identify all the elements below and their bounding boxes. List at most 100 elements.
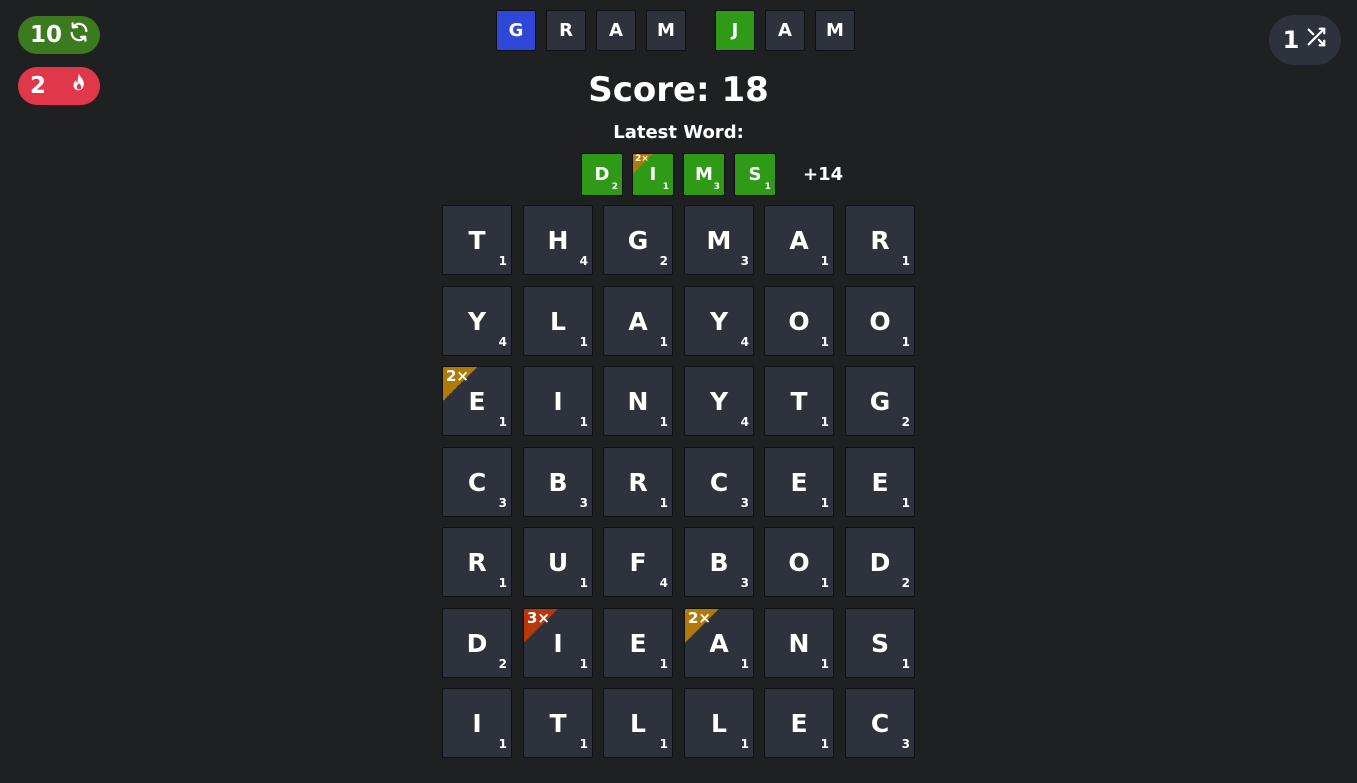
tile-value: 1 <box>820 657 829 671</box>
grid-tile[interactable]: B3 <box>684 527 754 597</box>
grid-tile[interactable]: Y4 <box>442 286 512 356</box>
title-tile: M <box>815 10 855 51</box>
tile-letter: D <box>466 628 488 658</box>
grid-tile[interactable]: U1 <box>523 527 593 597</box>
grid-tile[interactable]: E1 <box>603 608 673 678</box>
tile-value: 1 <box>820 737 829 751</box>
latest-word: D 2 2× I 1 M 3 S 1 +14 <box>581 153 843 196</box>
tile-letter: U <box>547 547 569 577</box>
tile-letter: O <box>788 306 810 336</box>
grid-tile[interactable]: L1 <box>684 688 754 758</box>
grid-tile[interactable]: E1 <box>764 447 834 517</box>
grid-tile[interactable]: R1 <box>845 205 915 275</box>
grid-tile[interactable]: A1 <box>603 286 673 356</box>
title-tile: A <box>765 10 805 51</box>
grid-tile[interactable]: C3 <box>845 688 915 758</box>
tile-value: 1 <box>659 657 668 671</box>
tile-value: 1 <box>659 737 668 751</box>
grid-tile[interactable]: I1 <box>442 688 512 758</box>
tile-letter: C <box>870 708 890 738</box>
tile-letter: O <box>869 306 891 336</box>
shuffle-button[interactable]: 1 <box>1269 15 1341 65</box>
title-tile: R <box>546 10 586 51</box>
grid-tile[interactable]: N1 <box>764 608 834 678</box>
grid-tile[interactable]: E1 <box>764 688 834 758</box>
grid-tile[interactable]: O1 <box>845 286 915 356</box>
tile-value: 3 <box>740 496 749 510</box>
tile-letter: B <box>548 467 568 497</box>
latest-word-tile: S 1 <box>734 153 776 196</box>
refresh-count: 10 <box>30 22 63 48</box>
tile-value: 1 <box>579 335 588 349</box>
grid-tile[interactable]: O1 <box>764 527 834 597</box>
grid-tile[interactable]: G2 <box>845 366 915 436</box>
grid-tile[interactable]: D2 <box>845 527 915 597</box>
grid-tile[interactable]: S1 <box>845 608 915 678</box>
tile-value: 1 <box>740 737 749 751</box>
grid-tile[interactable]: T1 <box>442 205 512 275</box>
multiplier-badge: 2× <box>443 367 477 401</box>
latest-word-tile: D 2 <box>581 153 623 196</box>
grid-tile[interactable]: T1 <box>523 688 593 758</box>
multiplier-text: 2× <box>446 367 470 385</box>
tile-value: 4 <box>579 254 588 268</box>
tile-value: 1 <box>659 496 668 510</box>
tile-value: 3 <box>901 737 910 751</box>
grid-tile[interactable]: G2 <box>603 205 673 275</box>
tile-letter: C <box>467 467 487 497</box>
tile-value: 1 <box>579 657 588 671</box>
multiplier-text: 2× <box>635 154 649 164</box>
grid-tile[interactable]: B3 <box>523 447 593 517</box>
tile-value: 2 <box>659 254 668 268</box>
tile-letter: D <box>594 164 610 185</box>
tile-value: 3 <box>713 182 720 192</box>
tile-letter: T <box>549 708 567 738</box>
grid-tile[interactable]: H4 <box>523 205 593 275</box>
grid-tile[interactable]: Y4 <box>684 366 754 436</box>
grid-tile[interactable]: L1 <box>523 286 593 356</box>
grid-tile[interactable]: L1 <box>603 688 673 758</box>
tile-letter: A <box>628 306 648 336</box>
tile-value: 1 <box>659 335 668 349</box>
tile-value: 4 <box>498 335 507 349</box>
tile-letter: A <box>789 225 809 255</box>
tile-letter: E <box>790 467 808 497</box>
grid-tile[interactable]: C3 <box>684 447 754 517</box>
title-tile: J <box>715 10 755 51</box>
tile-value: 1 <box>820 254 829 268</box>
grid-tile[interactable]: A1 <box>764 205 834 275</box>
tile-letter: Y <box>709 386 729 416</box>
grid-tile[interactable]: N1 <box>603 366 673 436</box>
title-tile: G <box>496 10 536 51</box>
shuffle-count: 1 <box>1282 26 1300 54</box>
grid-tile[interactable]: R1 <box>603 447 673 517</box>
grid-tile[interactable]: 3× I 1 <box>523 608 593 678</box>
refresh-counter[interactable]: 10 <box>18 16 100 54</box>
grid-tile[interactable]: M3 <box>684 205 754 275</box>
tile-letter: E <box>629 628 647 658</box>
tile-letter: F <box>629 547 647 577</box>
tile-letter: Y <box>709 306 729 336</box>
grid-tile[interactable]: I1 <box>523 366 593 436</box>
grid-tile[interactable]: O1 <box>764 286 834 356</box>
tile-value: 4 <box>740 335 749 349</box>
grid-tile[interactable]: T1 <box>764 366 834 436</box>
grid-tile[interactable]: C3 <box>442 447 512 517</box>
grid-tile[interactable]: E1 <box>845 447 915 517</box>
tile-letter: S <box>870 628 889 658</box>
grid-tile[interactable]: R1 <box>442 527 512 597</box>
tile-value: 1 <box>820 415 829 429</box>
tile-letter: H <box>547 225 569 255</box>
grid-tile[interactable]: 2× E 1 <box>442 366 512 436</box>
grid-tile[interactable]: F4 <box>603 527 673 597</box>
tile-value: 1 <box>659 415 668 429</box>
grid-tile[interactable]: 2× A 1 <box>684 608 754 678</box>
tile-value: 4 <box>740 415 749 429</box>
tile-letter: B <box>709 547 729 577</box>
tile-value: 1 <box>820 496 829 510</box>
grid-tile[interactable]: D2 <box>442 608 512 678</box>
tile-value: 1 <box>820 335 829 349</box>
grid-tile[interactable]: Y4 <box>684 286 754 356</box>
latest-word-label: Latest Word: <box>613 122 744 143</box>
tile-letter: N <box>788 628 810 658</box>
